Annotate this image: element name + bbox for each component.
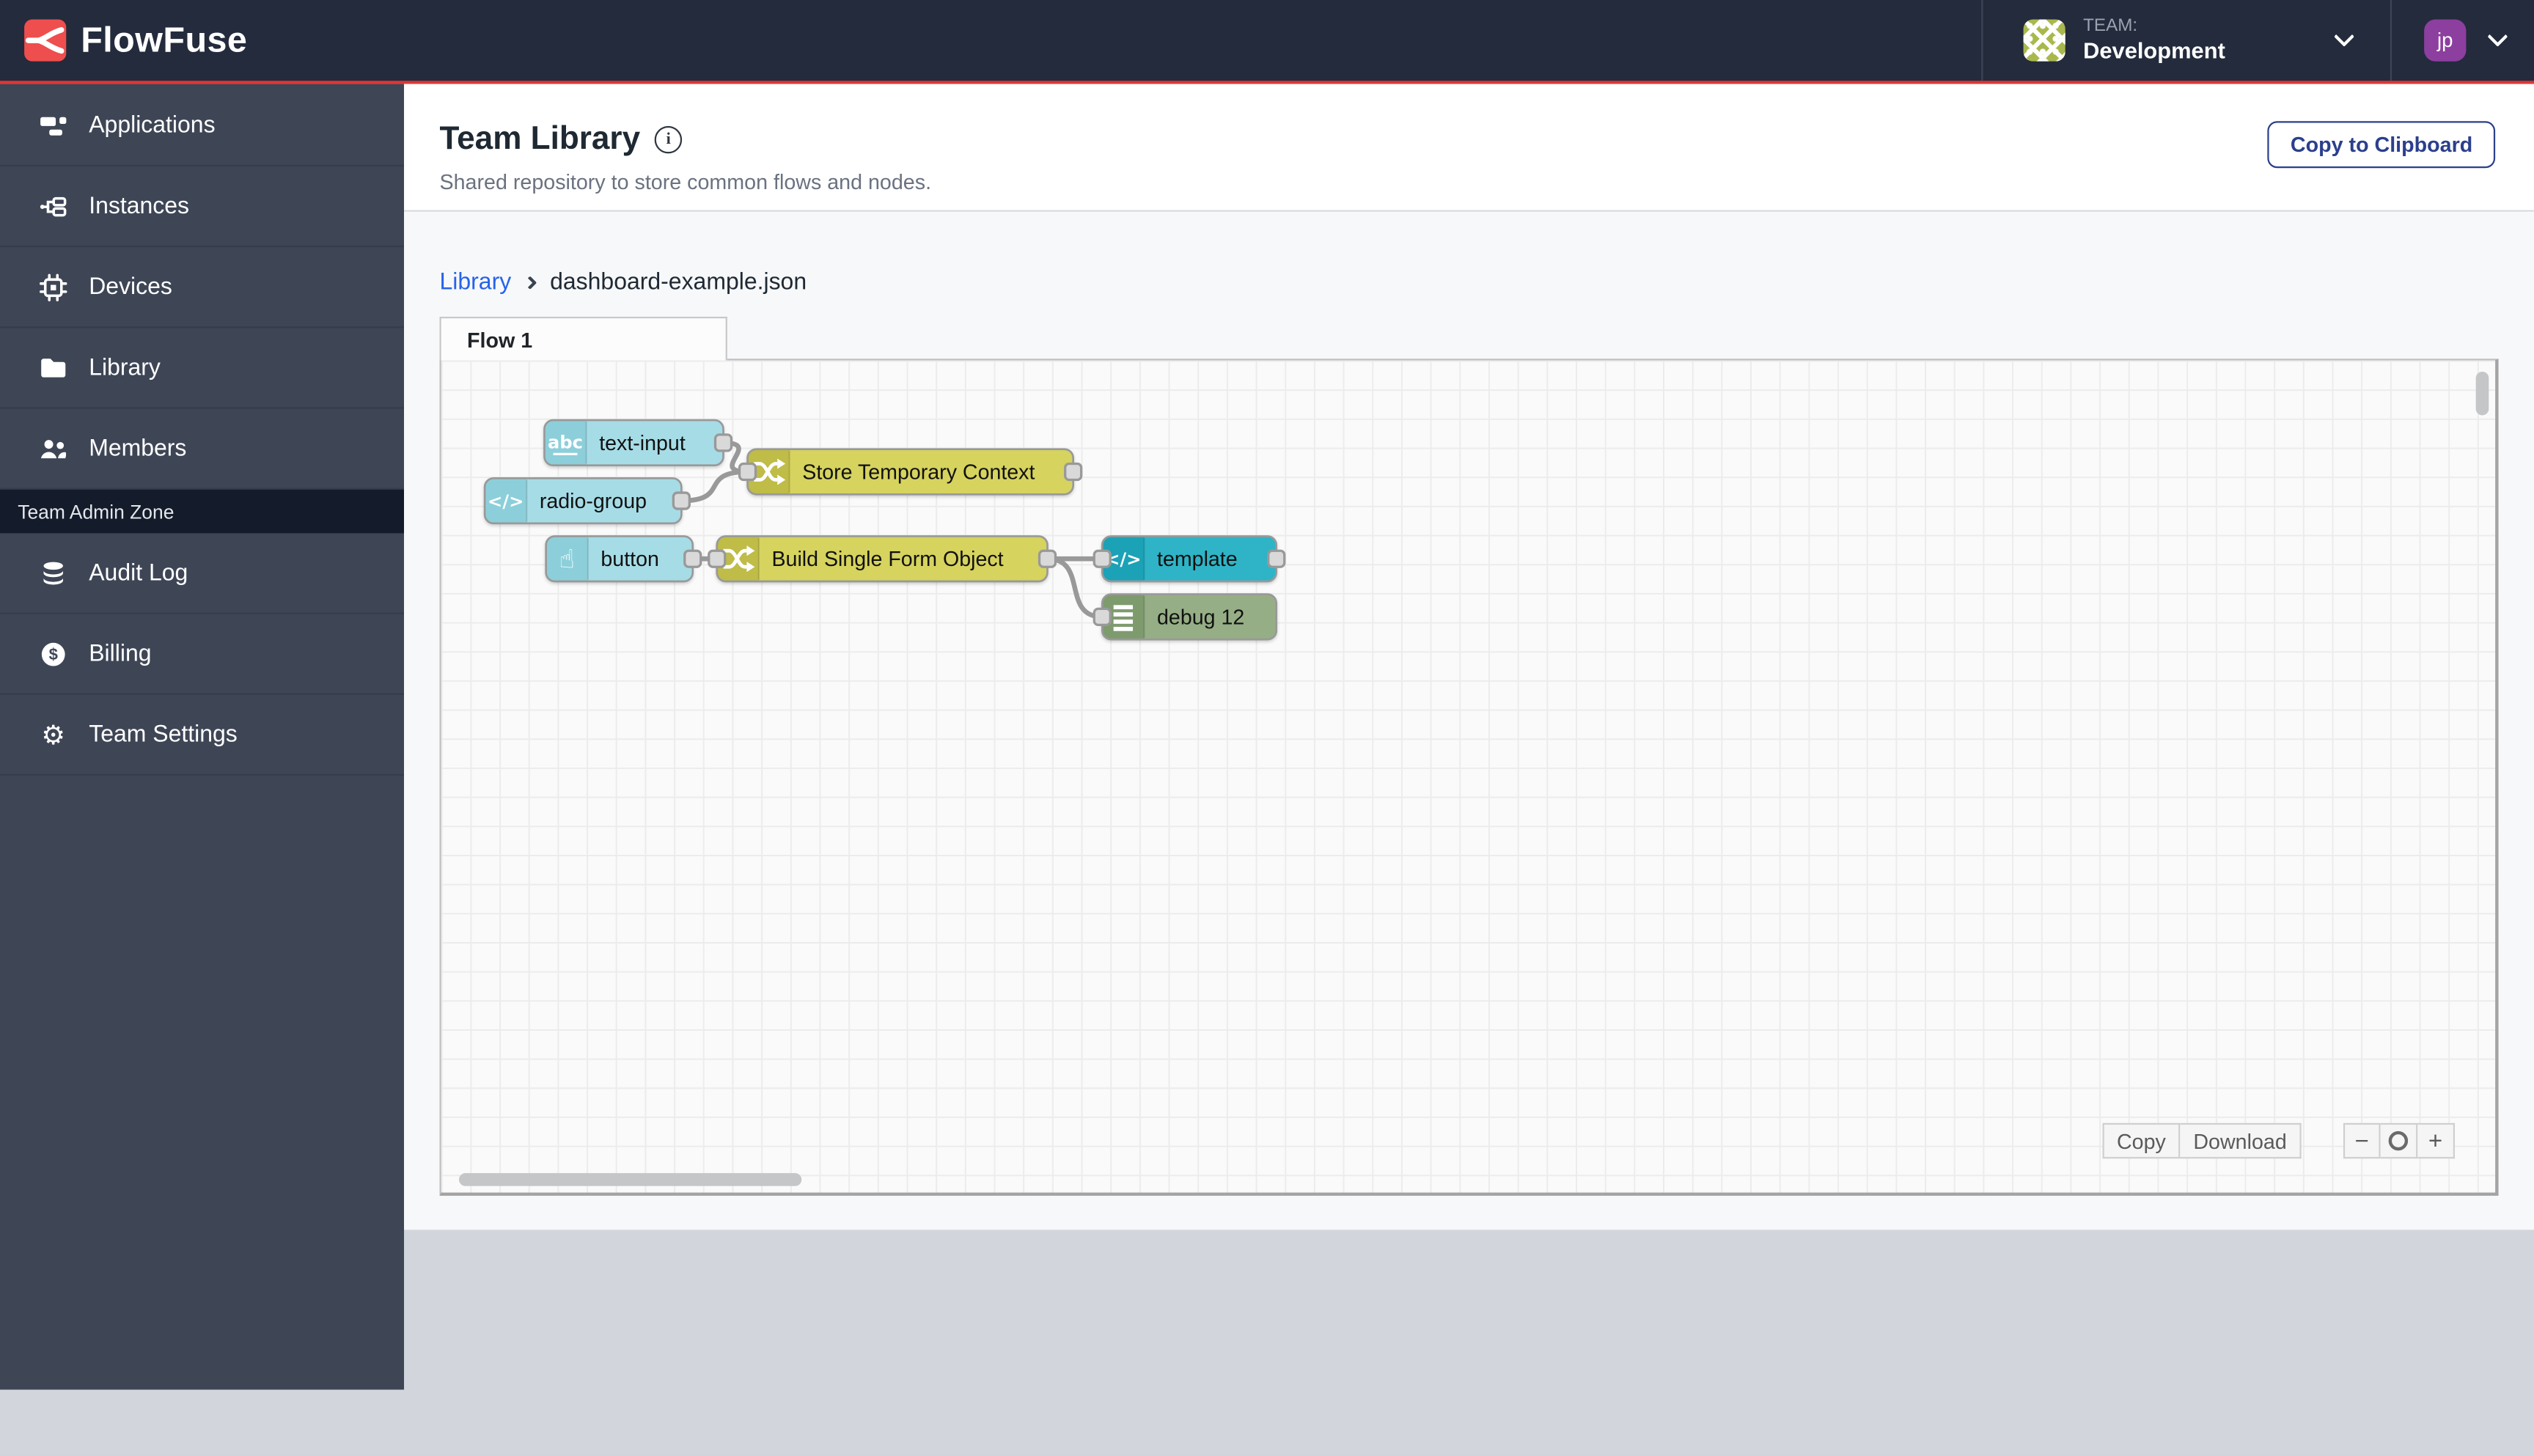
canvas-actions: Copy Download − + <box>2102 1122 2456 1159</box>
team-admin-zone-header: Team Admin Zone <box>0 489 405 534</box>
zoom-reset-icon <box>2388 1130 2409 1151</box>
svg-text:$: $ <box>49 644 58 663</box>
instances-icon <box>39 191 68 221</box>
zoom-out-button[interactable]: − <box>2343 1122 2381 1159</box>
sidebar-item-audit-log[interactable]: Audit Log <box>0 533 405 614</box>
chevron-right-icon <box>524 276 538 290</box>
folder-icon <box>39 353 68 383</box>
applications-icon <box>39 111 68 140</box>
info-icon[interactable]: i <box>654 125 683 154</box>
chip-icon <box>39 272 68 301</box>
node-output-port[interactable] <box>713 433 733 452</box>
flow-wire[interactable] <box>1045 556 1105 619</box>
code-node-icon: </> <box>488 491 524 512</box>
gear-icon: ⚙ <box>39 720 68 749</box>
chevron-down-icon <box>2334 25 2355 46</box>
node-output-port[interactable] <box>1064 462 1083 482</box>
svg-text:⚙: ⚙ <box>41 720 65 749</box>
main-panel: Team Library i Shared repository to stor… <box>404 84 2534 1230</box>
flow-copy-button[interactable]: Copy <box>2102 1122 2181 1159</box>
horizontal-scrollbar-thumb[interactable] <box>458 1173 802 1186</box>
sidebar-item-label: Applications <box>89 112 216 139</box>
sidebar-item-label: Members <box>89 435 187 462</box>
flow-node-button[interactable]: button ☝ <box>545 535 694 583</box>
dollar-icon: $ <box>39 639 68 669</box>
breadcrumb: Library dashboard-example.json <box>440 270 2499 295</box>
breadcrumb-library-link[interactable]: Library <box>440 270 512 295</box>
sidebar: Applications Instances Devices Library M… <box>0 84 405 1390</box>
flow-node-debug-12[interactable]: debug 12 <box>1101 593 1278 641</box>
flow-download-button[interactable]: Download <box>2180 1122 2302 1159</box>
flow-node-template[interactable]: template</> <box>1101 535 1278 583</box>
flow-node-text-input[interactable]: text-input abc <box>543 419 724 466</box>
abc-node-icon: abc <box>548 433 583 455</box>
svg-text:abc: abc <box>548 433 583 453</box>
node-input-port[interactable] <box>738 462 757 482</box>
node-input-port[interactable] <box>1092 549 1112 568</box>
sidebar-item-label: Billing <box>89 640 152 667</box>
chevron-down-icon <box>2487 25 2508 46</box>
team-avatar <box>2023 19 2065 62</box>
node-input-port[interactable] <box>708 549 727 568</box>
flow-svg: text-input abc radio-group </> Store Tempora… <box>483 419 1286 641</box>
flow-node-label: radio-group <box>540 490 647 513</box>
library-content: Library dashboard-example.json Flow 1 te… <box>404 210 2534 1230</box>
home-logo-link[interactable]: FlowFuse <box>0 0 247 81</box>
vertical-scrollbar-thumb[interactable] <box>2475 371 2489 416</box>
node-output-port[interactable] <box>683 549 702 568</box>
sidebar-item-label: Instances <box>89 193 190 219</box>
sidebar-item-members[interactable]: Members <box>0 409 405 490</box>
sidebar-item-devices[interactable]: Devices <box>0 247 405 328</box>
flow-node-label: debug 12 <box>1157 606 1244 629</box>
zoom-reset-button[interactable] <box>2380 1122 2418 1159</box>
pointer-node-icon: ☝ <box>559 544 575 574</box>
sidebar-item-label: Library <box>89 354 161 381</box>
sidebar-item-label: Devices <box>89 273 172 300</box>
node-output-port[interactable] <box>672 491 691 510</box>
users-icon <box>39 434 68 463</box>
flow-node-label: text-input <box>599 432 686 455</box>
node-output-port[interactable] <box>1038 549 1057 568</box>
flow-node-label: Store Temporary Context <box>802 460 1035 484</box>
node-output-port[interactable] <box>1267 549 1286 568</box>
flow-canvas[interactable]: text-input abc radio-group </> Store Tempora… <box>439 359 2499 1196</box>
sidebar-item-library[interactable]: Library <box>0 328 405 409</box>
user-avatar: jp <box>2424 19 2467 62</box>
team-label: TEAM: <box>2083 16 2138 36</box>
flow-wire[interactable] <box>679 469 750 504</box>
page-header: Team Library i Shared repository to stor… <box>404 84 2534 210</box>
svg-text:</>: </> <box>488 491 524 512</box>
tab-flow-1[interactable]: Flow 1 <box>439 317 727 361</box>
sidebar-item-instances[interactable]: Instances <box>0 166 405 248</box>
sidebar-item-team-settings[interactable]: ⚙ Team Settings <box>0 695 405 776</box>
top-navbar: FlowFuse TEAM: Development jp <box>0 0 2534 84</box>
flow-node-build-form[interactable]: Build Single Form Object <box>716 535 1049 583</box>
team-selector[interactable]: TEAM: Development <box>1983 0 2390 81</box>
flow-node-radio-group[interactable]: radio-group </> <box>483 477 683 525</box>
breadcrumb-current-file: dashboard-example.json <box>550 270 807 296</box>
flow-node-label: template <box>1157 548 1238 571</box>
page-title: Team Library <box>439 121 641 157</box>
sidebar-item-label: Audit Log <box>89 559 188 586</box>
node-input-port[interactable] <box>1092 607 1112 627</box>
user-menu[interactable]: jp <box>2392 0 2534 81</box>
flowfuse-logo-icon <box>24 19 67 62</box>
database-icon <box>39 559 68 588</box>
sidebar-item-billing[interactable]: $ Billing <box>0 614 405 695</box>
team-name: Development <box>2083 37 2225 64</box>
team-admin-zone-label: Team Admin Zone <box>18 500 175 523</box>
zoom-in-button[interactable]: + <box>2417 1122 2456 1159</box>
svg-text:☝: ☝ <box>559 544 575 574</box>
copy-to-clipboard-button[interactable]: Copy to Clipboard <box>2268 121 2496 169</box>
sidebar-item-label: Team Settings <box>89 721 238 748</box>
flow-node-label: button <box>601 548 658 571</box>
page-subtitle: Shared repository to store common flows … <box>439 169 932 194</box>
sidebar-item-applications[interactable]: Applications <box>0 86 405 167</box>
app: FlowFuse TEAM: Development jp Applicatio… <box>0 0 2534 1456</box>
flow-node-store-context[interactable]: Store Temporary Context <box>746 448 1075 496</box>
flow-node-label: Build Single Form Object <box>771 548 1003 571</box>
logo-text: FlowFuse <box>81 19 248 60</box>
